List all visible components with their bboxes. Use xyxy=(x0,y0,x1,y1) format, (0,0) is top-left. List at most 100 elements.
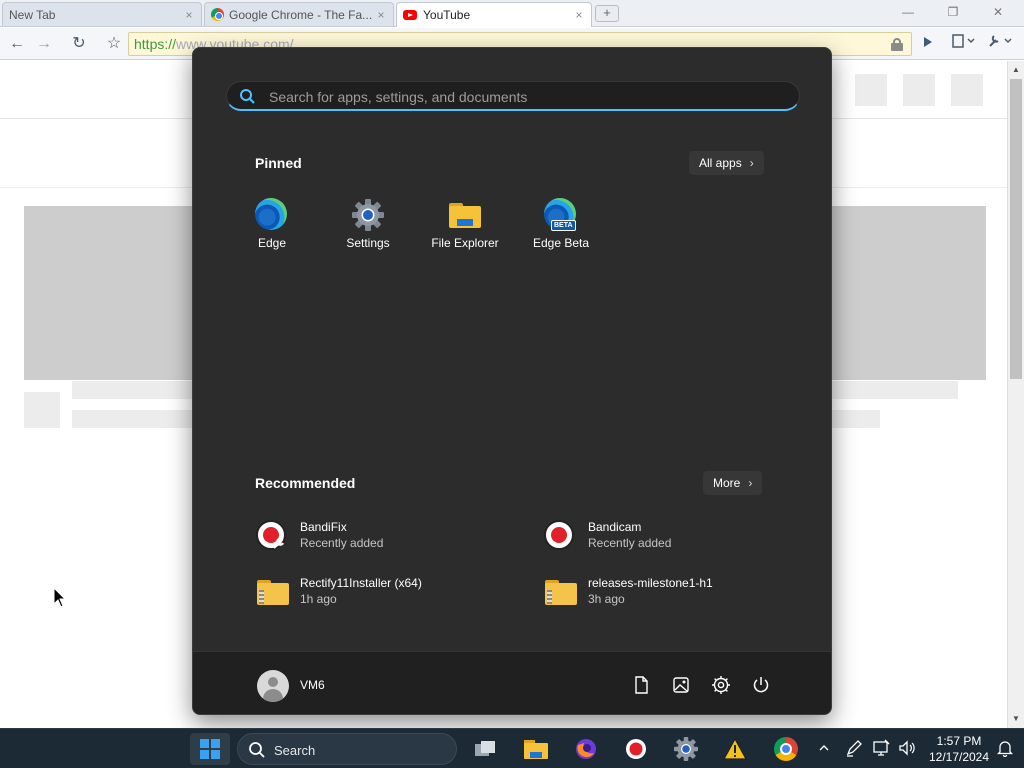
tray-overflow-chevron-icon[interactable] xyxy=(818,740,830,756)
taskbar: Search 1:57 PM 12/17/2024 xyxy=(0,728,1024,768)
tab-google-chrome[interactable]: Google Chrome - The Fa... × xyxy=(204,2,394,26)
documents-icon[interactable] xyxy=(630,674,652,696)
reload-button[interactable]: ↻ xyxy=(68,33,90,55)
search-placeholder: Search for apps, settings, and documents xyxy=(269,89,528,105)
scroll-up-icon[interactable]: ▲ xyxy=(1008,63,1024,77)
edge-icon xyxy=(255,198,289,232)
pinned-app-file-explorer[interactable]: File Explorer xyxy=(420,198,510,250)
pen-icon[interactable] xyxy=(845,739,863,757)
recommended-item-rectify11[interactable]: Rectify11Installer (x64) 1h ago xyxy=(256,574,516,610)
file-explorer-taskbar-icon[interactable] xyxy=(516,733,556,765)
start-menu: Search for apps, settings, and documents… xyxy=(192,47,832,715)
recommended-item-time: Recently added xyxy=(300,536,384,550)
pictures-icon[interactable] xyxy=(670,674,692,696)
wrench-icon[interactable] xyxy=(985,33,1015,55)
tab-close-icon[interactable]: × xyxy=(183,8,195,22)
recommended-item-name: releases-milestone1-h1 xyxy=(588,576,713,590)
recommended-item-name: BandiFix xyxy=(300,520,347,534)
start-button[interactable] xyxy=(190,733,230,765)
settings-icon[interactable] xyxy=(710,674,732,696)
pinned-title: Pinned xyxy=(255,155,302,171)
edge-beta-icon: BETA xyxy=(544,198,578,232)
tab-close-icon[interactable]: × xyxy=(573,8,585,22)
zip-folder-icon xyxy=(256,576,289,608)
clock-time: 1:57 PM xyxy=(936,734,982,748)
user-avatar[interactable] xyxy=(257,670,289,702)
pinned-app-label: Settings xyxy=(346,236,390,250)
chevron-right-icon: › xyxy=(749,156,754,170)
user-name[interactable]: VM6 xyxy=(300,678,325,692)
volume-icon[interactable] xyxy=(898,739,916,757)
settings-taskbar-icon[interactable] xyxy=(666,733,706,765)
beta-badge: BETA xyxy=(551,220,576,231)
avatar-placeholder xyxy=(24,392,60,428)
tab-new-tab[interactable]: New Tab × xyxy=(2,2,202,26)
chrome-favicon-icon xyxy=(211,8,224,21)
tab-title: New Tab xyxy=(9,7,56,22)
placeholder-block xyxy=(951,74,983,106)
browser-tabstrip: New Tab × Google Chrome - The Fa... × Yo… xyxy=(0,0,1024,27)
more-label: More xyxy=(713,476,741,490)
scroll-thumb[interactable] xyxy=(1010,79,1022,379)
notification-bell-icon[interactable] xyxy=(996,739,1014,758)
recommended-item-bandicam[interactable]: Bandicam Recently added xyxy=(544,518,804,554)
task-view-icon[interactable] xyxy=(465,733,505,765)
power-icon[interactable] xyxy=(750,674,772,696)
taskbar-clock[interactable]: 1:57 PM 12/17/2024 xyxy=(924,733,994,765)
tab-title: Google Chrome - The Fa... xyxy=(229,7,373,22)
placeholder-block xyxy=(903,74,935,106)
recommended-item-time: 1h ago xyxy=(300,592,337,606)
bookmark-star-icon[interactable]: ☆ xyxy=(103,33,125,55)
network-icon[interactable] xyxy=(872,739,890,757)
pinned-app-label: File Explorer xyxy=(431,236,499,250)
recommended-item-time: 3h ago xyxy=(588,592,625,606)
page-menu-icon[interactable] xyxy=(948,33,978,55)
tab-title: YouTube xyxy=(423,8,471,22)
recommended-item-time: Recently added xyxy=(588,536,672,550)
start-footer: VM6 xyxy=(193,651,831,714)
zip-folder-icon xyxy=(544,576,577,608)
play-icon[interactable] xyxy=(917,33,939,55)
chevron-right-icon: › xyxy=(748,476,753,490)
pinned-app-label: Edge xyxy=(257,236,287,250)
recommended-item-releases[interactable]: releases-milestone1-h1 3h ago xyxy=(544,574,804,610)
recommended-item-name: Bandicam xyxy=(588,520,642,534)
warning-icon[interactable] xyxy=(715,733,755,765)
folder-icon xyxy=(448,198,482,232)
pinned-app-edge[interactable]: Edge xyxy=(227,198,317,250)
pinned-app-label: Edge Beta xyxy=(532,236,590,250)
close-window-button[interactable]: ✕ xyxy=(983,3,1013,21)
lock-icon[interactable] xyxy=(891,38,903,51)
vertical-scrollbar[interactable]: ▲ ▼ xyxy=(1007,61,1024,728)
youtube-favicon-icon xyxy=(403,10,417,20)
forward-button[interactable]: → xyxy=(33,33,55,55)
taskbar-search-box[interactable]: Search xyxy=(237,733,457,765)
bandicam-taskbar-icon[interactable] xyxy=(616,733,656,765)
search-icon xyxy=(240,89,255,104)
search-icon xyxy=(249,742,265,758)
bandicam-icon xyxy=(544,520,576,552)
tab-close-icon[interactable]: × xyxy=(375,8,387,22)
all-apps-button[interactable]: All apps › xyxy=(689,151,764,175)
tab-youtube[interactable]: YouTube × xyxy=(396,2,592,27)
recommended-item-name: Rectify11Installer (x64) xyxy=(300,576,422,590)
pinned-app-edge-beta[interactable]: BETA Edge Beta xyxy=(516,198,606,250)
more-button[interactable]: More › xyxy=(703,471,763,495)
pinned-app-settings[interactable]: Settings xyxy=(323,198,413,250)
bandifix-icon xyxy=(256,520,288,552)
scroll-down-icon[interactable]: ▼ xyxy=(1008,712,1024,726)
settings-gear-icon xyxy=(351,198,385,232)
clock-date: 12/17/2024 xyxy=(928,750,990,764)
chrome-taskbar-icon[interactable] xyxy=(766,733,806,765)
restore-button[interactable]: ❐ xyxy=(938,3,968,21)
taskbar-search-label: Search xyxy=(274,743,316,758)
recommended-item-bandifix[interactable]: BandiFix Recently added xyxy=(256,518,516,554)
back-button[interactable]: ← xyxy=(6,33,28,55)
windows-logo-icon xyxy=(200,739,220,759)
placeholder-block xyxy=(855,74,887,106)
all-apps-label: All apps xyxy=(699,156,742,170)
firefox-icon[interactable] xyxy=(566,733,606,765)
minimize-button[interactable]: — xyxy=(893,3,923,21)
new-tab-button[interactable]: + xyxy=(595,5,619,22)
start-search-input[interactable]: Search for apps, settings, and documents xyxy=(226,81,800,111)
